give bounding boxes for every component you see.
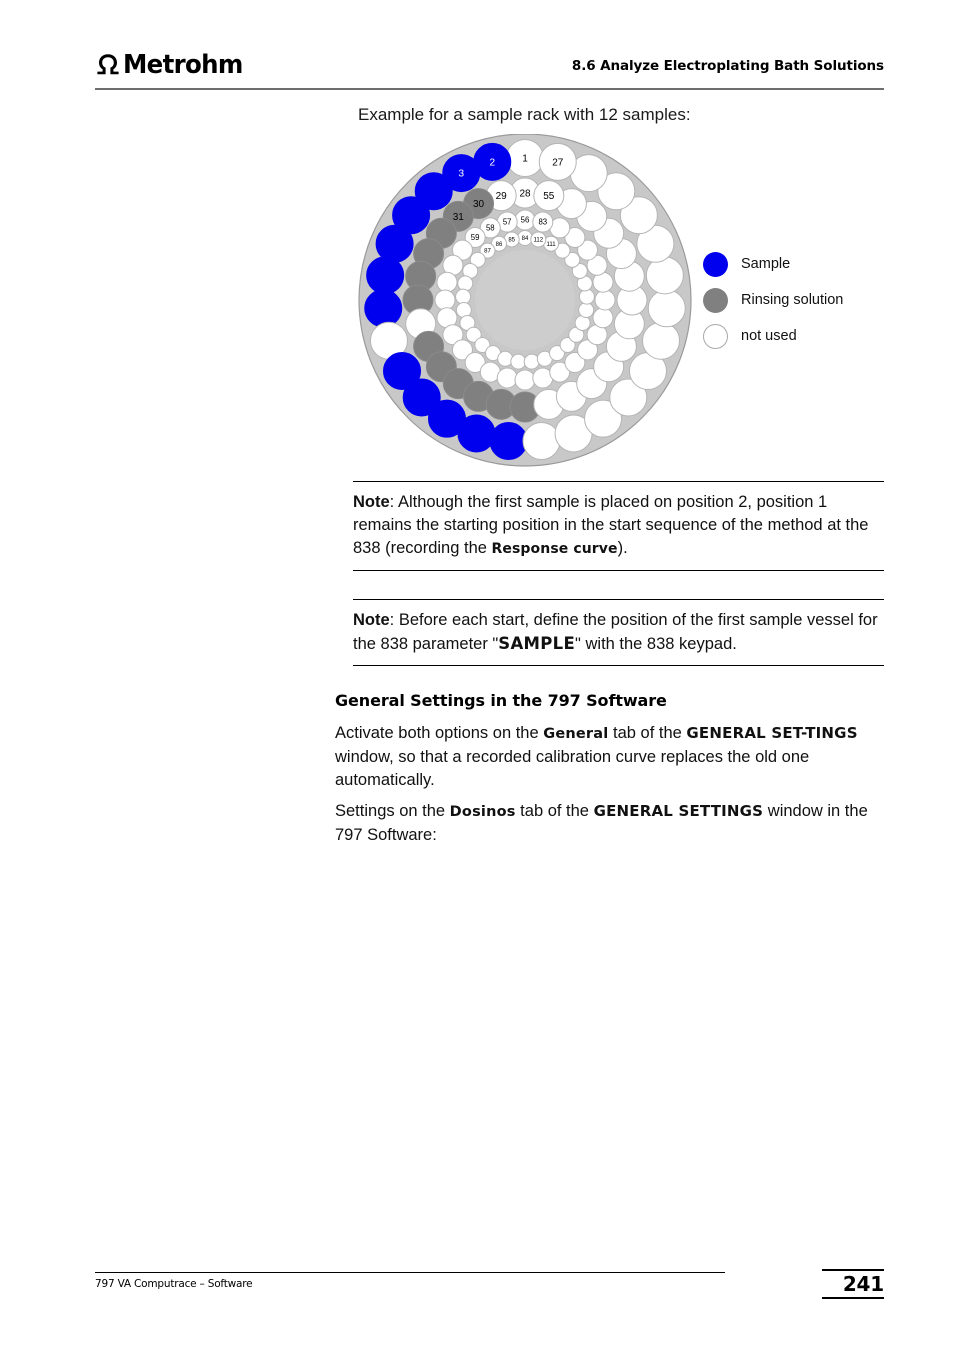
note-define-first-vessel: Note: Before each start, define the posi… (353, 599, 884, 666)
notused-swatch-icon (703, 323, 728, 349)
note-1-text-2: ). (617, 539, 628, 557)
rack-position-label-30: 30 (473, 199, 485, 210)
note-1-label: Note (353, 493, 390, 511)
rack-position-98[interactable] (510, 353, 527, 370)
rack-position-label-111: 111 (546, 242, 556, 248)
rack-position-label-55: 55 (543, 191, 555, 202)
sample-rack-diagram: 1 2 3 27 28 29 30 31 55 56 57 58 59 83 84 85 86 87 111112 (358, 134, 692, 467)
rinsing-swatch-icon (703, 287, 728, 313)
rack-position-13[interactable] (457, 414, 496, 453)
rack-position-63[interactable] (434, 289, 456, 311)
para-1-window-name: GENERAL SET-TINGS (686, 724, 858, 742)
page-footer: 797 VA Computrace – Software 241 (95, 1269, 884, 1312)
rack-position-91[interactable] (455, 288, 472, 305)
rack-position-label-27: 27 (552, 157, 564, 168)
metrohm-wordmark: Metrohm (123, 50, 243, 80)
rack-position-label-3: 3 (458, 169, 464, 180)
page-header: Metrohm 8.6 Analyze Electroplating Bath … (95, 52, 884, 94)
rack-position-label-28: 28 (519, 189, 531, 200)
sample-rack-figure: 1 2 3 27 28 29 30 31 55 56 57 58 59 83 84 85 86 87 111 112 … (355, 134, 885, 467)
rack-position-label-84: 84 (522, 236, 529, 242)
legend-item-sample: Sample (703, 246, 883, 282)
rack-position-69[interactable] (496, 367, 518, 389)
rack-position-99[interactable] (523, 353, 540, 370)
para-1-tab-name: General (543, 726, 609, 742)
rack-position-label-112: 112 (534, 238, 544, 244)
note-2-label: Note (353, 611, 390, 629)
rack-position-label-1: 1 (522, 154, 528, 165)
legend-label-sample: Sample (741, 256, 791, 272)
para-1-part-2: tab of the (608, 724, 687, 742)
note-2-separator: : (389, 611, 399, 629)
rack-position-label-31: 31 (453, 212, 465, 223)
rack-position-70[interactable] (514, 369, 536, 391)
rack-position-105[interactable] (578, 302, 595, 319)
legend-label-notused: not used (741, 328, 797, 344)
note-2-emphasis: SAMPLE (498, 634, 576, 653)
rack-position-90[interactable] (457, 275, 474, 292)
paragraph-dosinos-tab: Settings on the Dosinos tab of the GENER… (335, 800, 884, 847)
para-2-part-1: Settings on the (335, 802, 450, 820)
sample-swatch-icon (703, 251, 728, 277)
para-2-window-name: GENERAL SETTINGS (593, 802, 764, 820)
para-1-part-3: window, so that a recorded calibration c… (335, 748, 810, 789)
note-2-text-2: " with the 838 keypad. (575, 635, 737, 653)
rack-position-8[interactable] (364, 289, 403, 328)
legend-label-rinsing: Rinsing solution (741, 292, 844, 308)
rack-position-77[interactable] (594, 289, 616, 311)
rack-position-20[interactable] (642, 321, 681, 360)
note-first-sample-position: Note: Although the first sample is place… (353, 481, 884, 571)
rack-position-62[interactable] (436, 271, 458, 293)
legend-item-notused: not used (703, 318, 883, 354)
rack-position-15[interactable] (522, 422, 561, 461)
rack-position-label-87: 87 (484, 249, 491, 255)
rack-legend: Sample Rinsing solution not used (703, 246, 883, 354)
rack-position-14[interactable] (489, 422, 528, 461)
header-section-title: 8.6 Analyze Electroplating Bath Solution… (571, 58, 884, 74)
section-heading-general-settings: General Settings in the 797 Software (335, 691, 667, 710)
note-1-separator: : (389, 493, 398, 511)
note-1-emphasis: Response curve (491, 541, 618, 557)
paragraph-general-tab: Activate both options on the General tab… (335, 722, 884, 792)
rack-position-106[interactable] (578, 288, 595, 305)
page-number: 241 (842, 1272, 884, 1296)
page-number-box: 241 (822, 1269, 884, 1299)
rack-position-label-85: 85 (508, 238, 515, 244)
rack-position-76[interactable] (592, 307, 614, 329)
footer-divider (95, 1272, 725, 1273)
para-2-part-2: tab of the (515, 802, 594, 820)
para-1-part-1: Activate both options on the (335, 724, 544, 742)
para-2-tab-name: Dosinos (449, 804, 516, 820)
intro-text: Example for a sample rack with 12 sample… (358, 105, 691, 124)
rack-position-label-58: 58 (486, 224, 495, 233)
metrohm-omega-icon (97, 54, 119, 75)
rack-position-label-59: 59 (471, 233, 480, 242)
rack-position-label-56: 56 (521, 216, 530, 225)
rack-center-hub (475, 250, 575, 350)
rack-position-label-57: 57 (503, 218, 512, 227)
rack-position-label-29: 29 (496, 191, 508, 202)
rack-position-label-86: 86 (496, 242, 503, 248)
rack-position-7[interactable] (366, 256, 405, 295)
rack-position-97[interactable] (497, 350, 514, 367)
rack-position-21[interactable] (647, 289, 686, 328)
metrohm-logo: Metrohm (95, 50, 250, 80)
header-divider (95, 88, 884, 90)
legend-item-rinsing: Rinsing solution (703, 282, 883, 318)
rack-position-label-83: 83 (538, 218, 547, 227)
rack-position-label-2: 2 (489, 157, 495, 168)
footer-document-title: 797 VA Computrace – Software (95, 1278, 253, 1290)
